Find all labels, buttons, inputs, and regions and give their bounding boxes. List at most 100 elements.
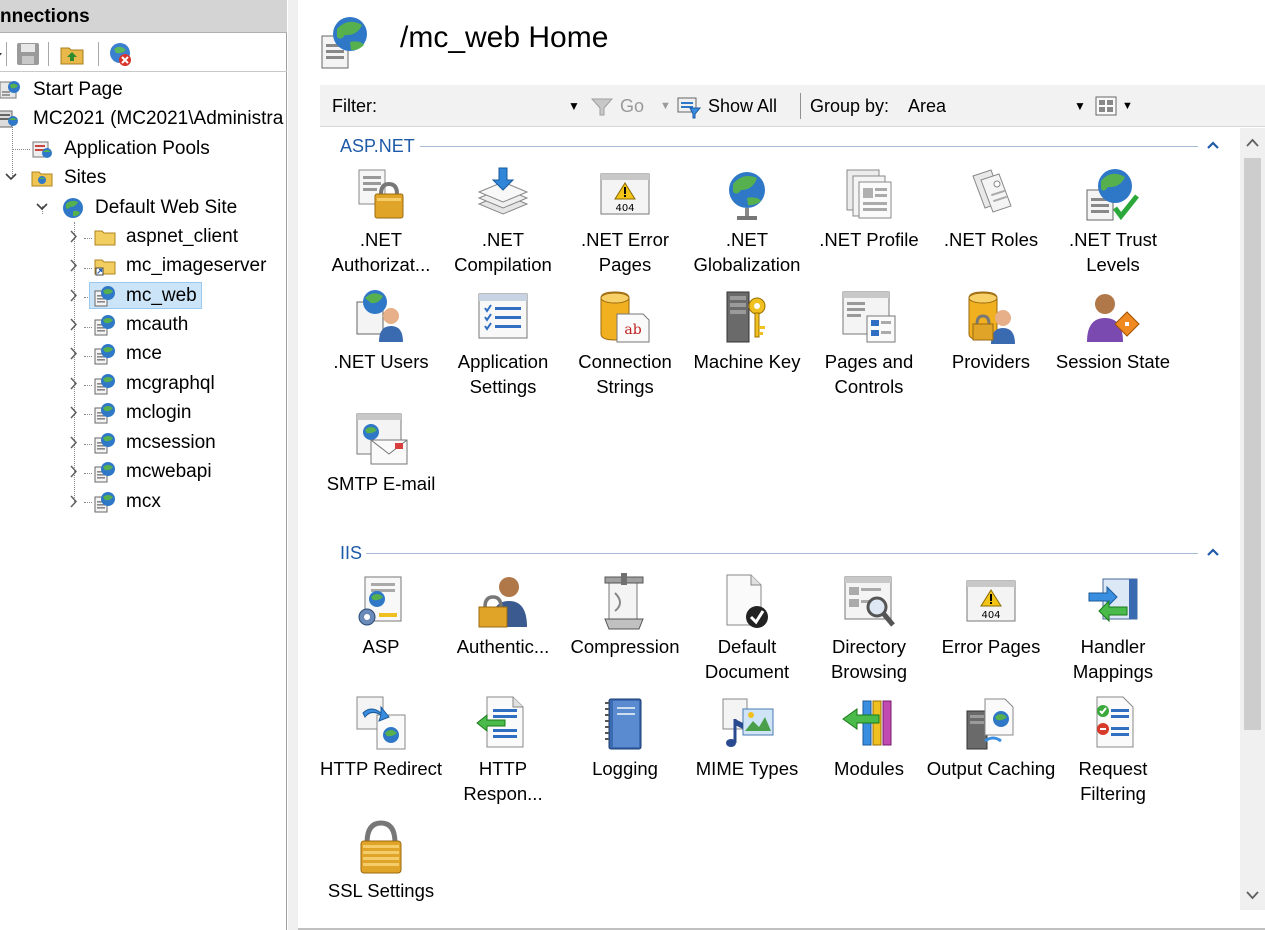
feature-request-filtering[interactable]: Request Filtering: [1052, 695, 1174, 813]
feature-asp[interactable]: ASP: [320, 573, 442, 691]
tree-item-application-pools[interactable]: Application Pools: [0, 135, 287, 162]
filter-input[interactable]: [386, 93, 566, 119]
feature-connection-strings[interactable]: ab Connection Strings: [564, 288, 686, 406]
collapse-group-icon[interactable]: [1206, 541, 1220, 565]
save-icon[interactable]: [14, 40, 42, 68]
pane-splitter[interactable]: [288, 0, 298, 930]
feature-handler-mappings[interactable]: Handler Mappings: [1052, 573, 1174, 691]
connections-pane: nnections Start Page MC2021 (MC2021\Admi…: [0, 0, 287, 930]
expand-chevron-icon[interactable]: [65, 399, 81, 426]
feature-output-caching[interactable]: Output Caching: [927, 695, 1055, 813]
tree-item-mclogin[interactable]: mclogin: [0, 399, 287, 426]
filter-toolbar: Filter: ▼ Go ▼ Show All Group by: Area ▼…: [320, 85, 1265, 127]
feature-mime-types[interactable]: MIME Types: [686, 695, 808, 813]
scroll-up-arrow-icon[interactable]: [1240, 130, 1265, 156]
feature-pages-and-controls[interactable]: Pages and Controls: [808, 288, 930, 406]
feature-net-users[interactable]: .NET Users: [320, 288, 442, 406]
feature-compression[interactable]: Compression: [564, 573, 686, 691]
collapse-chevron-icon[interactable]: [34, 194, 50, 221]
group-header-iis[interactable]: IIS: [340, 541, 1220, 565]
feature-error-pages[interactable]: 404 Error Pages: [930, 573, 1052, 691]
tree-item-sites[interactable]: Sites: [0, 164, 287, 191]
feature-net-compilation[interactable]: .NET Compilation: [442, 166, 564, 284]
tree-item-mcsession[interactable]: mcsession: [0, 429, 287, 456]
expand-chevron-icon[interactable]: [65, 488, 81, 515]
feature-default-document[interactable]: Default Document: [686, 573, 808, 691]
filter-dropdown-arrow-icon[interactable]: ▼: [568, 85, 580, 127]
app-pool-icon: [30, 137, 54, 161]
collapse-chevron-icon[interactable]: [3, 164, 19, 191]
expand-chevron-icon[interactable]: [65, 429, 81, 456]
tree-item-label: mcgraphql: [126, 373, 215, 394]
net-compilation-icon: [473, 166, 533, 226]
tree-item-mcwebapi[interactable]: mcwebapi: [0, 458, 287, 485]
feature-authentication[interactable]: Authentic...: [442, 573, 564, 691]
svg-text:404: 404: [981, 610, 1000, 621]
tree-item-mcgraphql[interactable]: mcgraphql: [0, 370, 287, 397]
feature-label: Default Document: [704, 636, 790, 682]
tree-item-label: aspnet_client: [126, 226, 238, 247]
vertical-scrollbar[interactable]: [1240, 128, 1265, 910]
feature-net-trust-levels[interactable]: .NET Trust Levels: [1052, 166, 1174, 284]
expand-chevron-icon[interactable]: [65, 252, 81, 279]
feature-application-settings[interactable]: Application Settings: [442, 288, 564, 406]
feature-modules[interactable]: Modules: [808, 695, 930, 813]
web-app-icon: [320, 14, 372, 70]
feature-label: SMTP E-mail: [326, 473, 436, 494]
feature-net-error-pages[interactable]: 404 .NET Error Pages: [564, 166, 686, 284]
scroll-down-arrow-icon[interactable]: [1240, 882, 1265, 908]
feature-ssl-settings[interactable]: SSL Settings: [320, 817, 442, 910]
feature-net-authorization[interactable]: .NET Authorizat...: [320, 166, 442, 284]
compression-icon: [595, 573, 655, 633]
tree-item-label: mcsession: [126, 432, 216, 453]
feature-http-redirect[interactable]: HTTP Redirect: [320, 695, 442, 813]
feature-smtp-email[interactable]: SMTP E-mail: [320, 410, 442, 528]
tree-item-mce[interactable]: mce: [0, 340, 287, 367]
tree-item-aspnet-client[interactable]: aspnet_client: [0, 223, 287, 250]
feature-machine-key[interactable]: Machine Key: [686, 288, 808, 406]
expand-chevron-icon[interactable]: [65, 282, 81, 309]
collapse-group-icon[interactable]: [1206, 134, 1220, 158]
feature-providers[interactable]: Providers: [930, 288, 1052, 406]
tree-item-mc-web[interactable]: mc_web: [0, 282, 287, 309]
feature-net-globalization[interactable]: .NET Globalization: [686, 166, 808, 284]
tree-item-default-web-site[interactable]: Default Web Site: [0, 194, 287, 221]
group-by-select[interactable]: Area ▼: [908, 85, 1098, 127]
virtual-dir-icon: [93, 254, 117, 278]
tree-item-label: Default Web Site: [95, 197, 238, 218]
default-document-icon: [717, 573, 777, 633]
tree-item-mcauth[interactable]: mcauth: [0, 311, 287, 338]
expand-chevron-icon[interactable]: [65, 458, 81, 485]
feature-label: .NET Error Pages: [580, 229, 670, 275]
smtp-email-icon: [351, 410, 411, 470]
feature-directory-browsing[interactable]: Directory Browsing: [808, 573, 930, 691]
feature-logging[interactable]: Logging: [564, 695, 686, 813]
tree-item-mc-imageserver[interactable]: mc_imageserver: [0, 252, 287, 279]
feature-label: ASP: [362, 636, 400, 657]
expand-chevron-icon[interactable]: [65, 311, 81, 338]
feature-session-state[interactable]: Session State: [1052, 288, 1174, 406]
feature-label: Providers: [951, 351, 1031, 372]
expand-chevron-icon[interactable]: [65, 370, 81, 397]
feature-net-profile[interactable]: .NET Profile: [808, 166, 930, 284]
feature-label: Application Settings: [457, 351, 549, 397]
tree-item-start-page[interactable]: Start Page: [0, 76, 287, 103]
up-folder-icon[interactable]: [58, 40, 86, 68]
feature-http-response-headers[interactable]: HTTP Respon...: [442, 695, 564, 813]
group-header-aspnet[interactable]: ASP.NET: [340, 134, 1220, 158]
feature-net-roles[interactable]: .NET Roles: [930, 166, 1052, 284]
web-app-icon: [93, 401, 117, 425]
scrollbar-thumb[interactable]: [1244, 158, 1261, 730]
feature-label: .NET Roles: [943, 229, 1039, 250]
feature-label: Output Caching: [926, 758, 1056, 779]
connection-strings-icon: ab: [595, 288, 655, 348]
request-filtering-icon: [1083, 695, 1143, 755]
feature-label: Connection Strings: [578, 351, 672, 397]
group-title: ASP.NET: [340, 136, 415, 156]
expand-chevron-icon[interactable]: [65, 340, 81, 367]
feature-label: Pages and Controls: [824, 351, 914, 397]
tree-item-mcx[interactable]: mcx: [0, 488, 287, 515]
disconnect-icon[interactable]: [106, 40, 134, 68]
tree-item-server[interactable]: MC2021 (MC2021\Administra: [0, 105, 287, 132]
expand-chevron-icon[interactable]: [65, 223, 81, 250]
